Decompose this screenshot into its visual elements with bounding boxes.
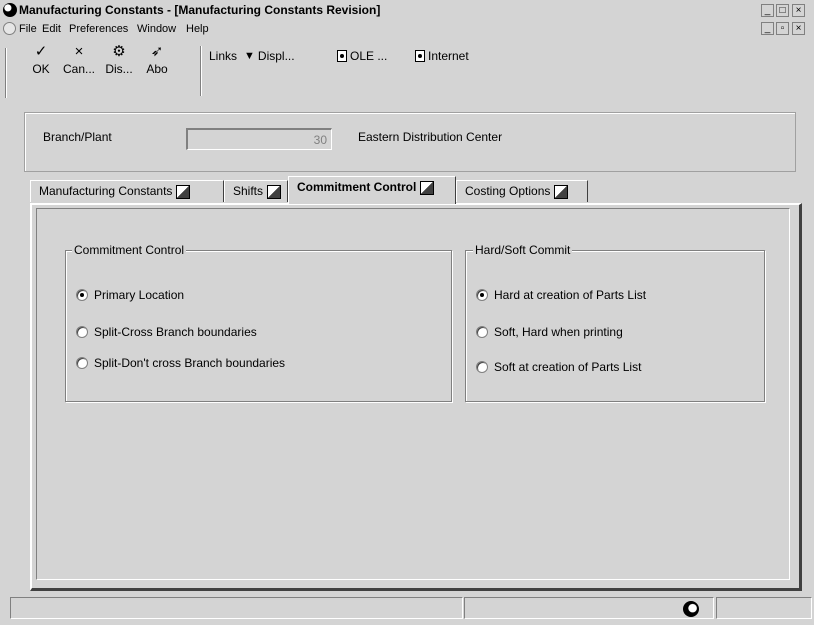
radio-button[interactable]: [476, 326, 488, 338]
ole-document-icon: [337, 50, 347, 62]
tab-flag-icon: [420, 181, 435, 195]
radio-label: Soft at creation of Parts List: [494, 360, 642, 374]
menu-preferences[interactable]: Preferences: [69, 23, 128, 35]
radio-button[interactable]: [76, 326, 88, 338]
displ-label: Displ...: [257, 49, 295, 63]
radio-split-cross-branch[interactable]: Split-Cross Branch boundaries: [76, 325, 257, 339]
window-title: Manufacturing Constants - [Manufacturing…: [19, 3, 381, 17]
doc-minimize-button[interactable]: _: [761, 22, 774, 35]
menu-help[interactable]: Help: [186, 23, 209, 35]
radio-button[interactable]: [76, 357, 88, 369]
about-button[interactable]: ➶ Abo: [140, 42, 174, 84]
radio-primary-location[interactable]: Primary Location: [76, 288, 184, 302]
internet-label: Internet: [428, 49, 469, 63]
radio-label: Primary Location: [94, 288, 185, 302]
tab-shifts[interactable]: Shifts: [224, 180, 288, 202]
tab-commitment-control[interactable]: Commitment Control: [288, 176, 456, 204]
radio-split-dont-cross-branch[interactable]: Split-Don't cross Branch boundaries: [76, 356, 285, 370]
ok-label: OK: [32, 62, 50, 76]
menu-bar: File Edit Preferences Window Help _ ▫ ×: [0, 20, 814, 38]
radio-soft-hard-when-printing[interactable]: Soft, Hard when printing: [476, 325, 623, 339]
display-label: Dis...: [105, 62, 133, 76]
cancel-icon: ×: [74, 43, 84, 60]
app-icon[interactable]: [3, 3, 17, 17]
maximize-button[interactable]: □: [776, 4, 789, 17]
about-icon: ➶: [150, 43, 164, 60]
document-icon[interactable]: [3, 22, 16, 35]
status-cell-message: [10, 597, 463, 619]
status-cell-extra: [716, 597, 812, 619]
ok-button[interactable]: ✓ OK: [24, 42, 58, 84]
radio-label: Hard at creation of Parts List: [494, 288, 647, 302]
ole-label: OLE ...: [350, 49, 388, 63]
close-button[interactable]: ×: [792, 4, 805, 17]
menu-edit[interactable]: Edit: [42, 23, 61, 35]
radio-button[interactable]: [476, 361, 488, 373]
hard-soft-commit-title: Hard/Soft Commit: [473, 243, 573, 257]
doc-close-button[interactable]: ×: [792, 22, 805, 35]
branch-plant-label: Branch/Plant: [43, 130, 112, 144]
tab-costing-options[interactable]: Costing Options: [456, 180, 588, 202]
globe-icon: [683, 601, 699, 617]
tab-flag-icon: [554, 185, 569, 199]
links-menu[interactable]: Links ▼ Displ...: [209, 49, 295, 63]
toolbar-separator: [200, 46, 202, 96]
toolbar-grip: [5, 48, 7, 98]
toolbar: ✓ OK × Can... ⚙ Dis... ➶ Abo Links ▼ Dis…: [0, 38, 814, 101]
radio-button-selected[interactable]: [476, 289, 488, 301]
internet-document-icon: [415, 50, 425, 62]
title-bar: Manufacturing Constants - [Manufacturing…: [0, 0, 814, 20]
radio-label: Soft, Hard when printing: [494, 325, 623, 339]
tab-label: Manufacturing Constants: [39, 184, 173, 198]
checkmark-icon: ✓: [34, 43, 48, 60]
radio-soft-at-creation[interactable]: Soft at creation of Parts List: [476, 360, 641, 374]
minimize-button[interactable]: _: [761, 4, 774, 17]
commitment-control-title: Commitment Control: [72, 243, 187, 257]
links-label: Links: [209, 49, 238, 63]
radio-label: Split-Don't cross Branch boundaries: [94, 356, 286, 370]
branch-description: Eastern Distribution Center: [358, 130, 503, 144]
dropdown-arrow-icon: ▼: [244, 50, 255, 62]
menu-file[interactable]: File: [19, 23, 37, 35]
status-cell-info: [464, 597, 714, 619]
about-label: Abo: [146, 62, 168, 76]
menu-window[interactable]: Window: [137, 23, 176, 35]
tab-flag-icon: [267, 185, 281, 199]
display-icon: ⚙: [112, 43, 126, 60]
display-button[interactable]: ⚙ Dis...: [102, 42, 136, 84]
tab-label: Commitment Control: [297, 180, 417, 194]
ole-link[interactable]: OLE ...: [337, 49, 387, 63]
internet-link[interactable]: Internet: [415, 49, 469, 63]
radio-button-selected[interactable]: [76, 289, 88, 301]
cancel-button[interactable]: × Can...: [62, 42, 96, 84]
status-bar: [0, 594, 814, 625]
tab-flag-icon: [176, 185, 191, 199]
radio-label: Split-Cross Branch boundaries: [94, 325, 257, 339]
tab-manufacturing-constants[interactable]: Manufacturing Constants: [30, 180, 224, 202]
radio-hard-at-creation[interactable]: Hard at creation of Parts List: [476, 288, 646, 302]
branch-plant-field[interactable]: 30: [186, 128, 332, 150]
cancel-label: Can...: [62, 62, 95, 76]
tab-label: Costing Options: [465, 184, 551, 198]
tab-label: Shifts: [233, 184, 264, 198]
doc-restore-button[interactable]: ▫: [776, 22, 789, 35]
